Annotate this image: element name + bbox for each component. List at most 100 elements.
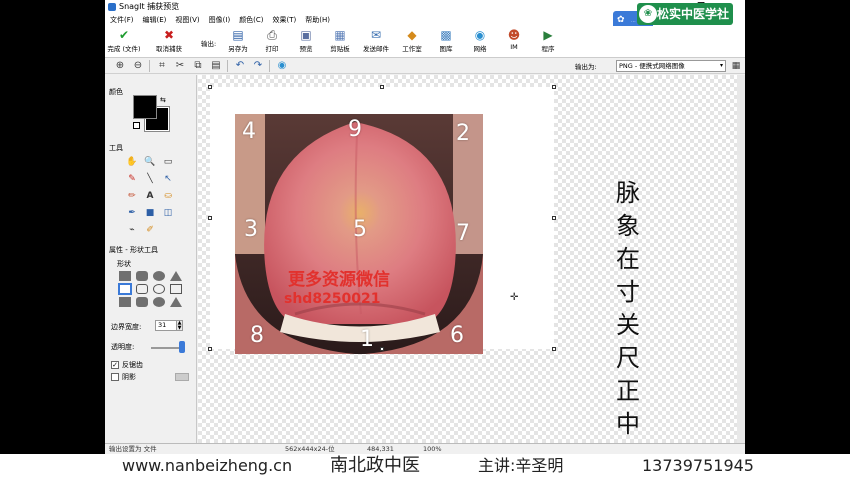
floppy-icon: ▤ <box>232 28 244 42</box>
program-button[interactable]: ▶ 程序 <box>531 27 565 57</box>
cut-icon[interactable]: ✂ <box>173 59 187 73</box>
resize-handle[interactable] <box>380 85 384 89</box>
studio-button[interactable]: ◆ 工作室 <box>395 27 429 57</box>
zoom-tool-icon[interactable]: 🔍 <box>143 155 157 169</box>
save-as-button[interactable]: ▤ 另存为 <box>221 27 255 57</box>
status-bar: 输出设置为 文件 562x444x24-位 484,331 100% <box>105 443 745 454</box>
menu-color[interactable]: 颜色(C) <box>239 14 263 26</box>
menu-edit[interactable]: 编辑(E) <box>143 14 167 26</box>
status-cursor-position: 484,331 <box>367 445 394 453</box>
brand-logo: ❀ 松实中医学社 <box>637 3 734 25</box>
shape-rect-outline[interactable] <box>118 283 132 295</box>
fill-tool-icon[interactable]: ◫ <box>161 206 175 220</box>
send-email-button[interactable]: ✉ 发送邮件 <box>357 27 395 57</box>
antialias-checkbox[interactable]: ✓ <box>111 361 119 369</box>
line-tool-icon[interactable]: ╲ <box>143 172 157 186</box>
globe-icon: ◉ <box>474 28 486 42</box>
person-icon: ☻ <box>507 28 521 42</box>
select-tool-icon[interactable]: ▭ <box>161 155 175 169</box>
zone-number: 6 <box>450 323 464 348</box>
menu-file[interactable]: 文件(F) <box>110 14 134 26</box>
copy-icon[interactable]: ⧉ <box>191 59 205 73</box>
vertical-scrollbar[interactable] <box>737 75 745 443</box>
crop-icon[interactable]: ⌗ <box>155 59 169 73</box>
shape-polygon-solid[interactable] <box>170 297 182 307</box>
undo-icon[interactable]: ↶ <box>233 59 247 73</box>
shape-roundrect-fill[interactable] <box>136 271 148 281</box>
envelope-icon: ✉ <box>370 28 382 42</box>
caption-char: 脉 <box>616 179 640 207</box>
border-width-stepper[interactable]: ▲ ▼ <box>176 320 183 331</box>
options-icon[interactable]: ▦ <box>729 59 743 73</box>
status-zoom: 100% <box>423 445 442 453</box>
snagit-window: SnagIt 捕获预览 — ❐ ✕ 文件(F)编辑(E)视图(V)图像(I)颜色… <box>105 0 745 478</box>
resize-handle[interactable] <box>380 347 384 351</box>
resize-handle[interactable] <box>552 347 556 351</box>
swap-colors-icon[interactable]: ⇆ <box>160 96 166 104</box>
menu-view[interactable]: 视图(V) <box>175 14 199 26</box>
im-button[interactable]: ☻ IM <box>497 27 531 57</box>
border-width-input[interactable]: 31 <box>155 320 177 331</box>
web-icon[interactable]: ◉ <box>275 59 289 73</box>
gallery-button[interactable]: ▩ 图库 <box>429 27 463 57</box>
border-width-label: 边界宽度: <box>111 323 142 331</box>
shape-ellipse-fill[interactable] <box>153 271 165 281</box>
shape-roundrect-solid[interactable] <box>136 297 148 307</box>
zone-number: 1 <box>360 327 374 352</box>
redo-icon[interactable]: ↷ <box>251 59 265 73</box>
foreground-color-swatch[interactable] <box>133 95 157 119</box>
shape-rect-solid[interactable] <box>119 297 131 307</box>
highlighter-tool-icon[interactable]: ✒ <box>125 206 139 220</box>
eraser-tool-icon[interactable]: ✐ <box>143 223 157 237</box>
shadow-color-swatch[interactable] <box>175 373 189 381</box>
shape-rect-fill[interactable] <box>119 271 131 281</box>
opacity-label: 透明度: <box>111 343 135 351</box>
canvas-area[interactable]: 4 9 2 3 5 7 8 1 6 更多资源微信 shd8250021 脉 象 … <box>198 75 745 443</box>
captured-image[interactable]: 4 9 2 3 5 7 8 1 6 更多资源微信 shd8250021 脉 象 … <box>208 85 640 438</box>
toolbar-separator <box>227 60 228 72</box>
pencil-tool-icon[interactable]: ✏ <box>125 189 139 203</box>
pen-tool-icon[interactable]: ✎ <box>125 172 139 186</box>
resize-handle[interactable] <box>552 85 556 89</box>
shape-ellipse-solid[interactable] <box>153 297 165 307</box>
studio-label: 工作室 <box>402 45 422 53</box>
zoom-out-icon[interactable]: ⊖ <box>131 59 145 73</box>
chevron-down-icon: ▾ <box>719 62 723 69</box>
crosshair-cursor-icon: ✛ <box>510 292 519 303</box>
stamp-tool-icon[interactable]: ⛀ <box>161 189 175 203</box>
cancel-capture-button[interactable]: ✖ 取消捕获 <box>149 27 189 57</box>
reset-colors-swatch[interactable] <box>133 122 140 129</box>
resize-handle[interactable] <box>208 85 212 89</box>
resize-handle[interactable] <box>552 216 556 220</box>
arrow-tool-icon[interactable]: ↖ <box>161 172 175 186</box>
menu-help[interactable]: 帮助(H) <box>305 14 330 26</box>
shape-roundrect-outline[interactable] <box>136 284 148 294</box>
shape-polygon-fill[interactable] <box>170 271 182 281</box>
eyedropper-tool-icon[interactable]: ⌁ <box>125 223 139 237</box>
output-format-select[interactable]: PNG - 便携式网络图像 ▾ <box>616 60 726 72</box>
ribbon: ✔ 完成 (文件) ✖ 取消捕获 输出: ▤ 另存为 ⎙ 打印 ▣ 预览 ▦ 剪… <box>105 26 745 58</box>
finish-button[interactable]: ✔ 完成 (文件) <box>107 27 141 57</box>
zone-number: 5 <box>353 217 367 242</box>
preview-button[interactable]: ▣ 预览 <box>289 27 323 57</box>
shape-tool-icon[interactable]: ■ <box>143 206 157 220</box>
paste-icon[interactable]: ▤ <box>209 59 223 73</box>
gallery-label: 图库 <box>439 45 453 53</box>
web-label: 网络 <box>473 45 487 53</box>
clipboard-button[interactable]: ▦ 剪贴板 <box>323 27 357 57</box>
resize-handle[interactable] <box>208 216 212 220</box>
resize-handle[interactable] <box>208 347 212 351</box>
shape-ellipse-outline[interactable] <box>153 284 165 294</box>
print-button[interactable]: ⎙ 打印 <box>255 27 289 57</box>
zoom-in-icon[interactable]: ⊕ <box>113 59 127 73</box>
toolbar-separator <box>269 60 270 72</box>
studio-icon: ◆ <box>407 28 417 42</box>
text-tool-icon[interactable]: A <box>143 189 157 203</box>
menu-effects[interactable]: 效果(T) <box>273 14 297 26</box>
web-button[interactable]: ◉ 网络 <box>463 27 497 57</box>
opacity-slider-thumb[interactable] <box>179 341 185 353</box>
hand-tool-icon[interactable]: ✋ <box>125 155 139 169</box>
shape-polygon-outline[interactable] <box>170 284 182 294</box>
shadow-checkbox[interactable] <box>111 373 119 381</box>
menu-image[interactable]: 图像(I) <box>209 14 231 26</box>
